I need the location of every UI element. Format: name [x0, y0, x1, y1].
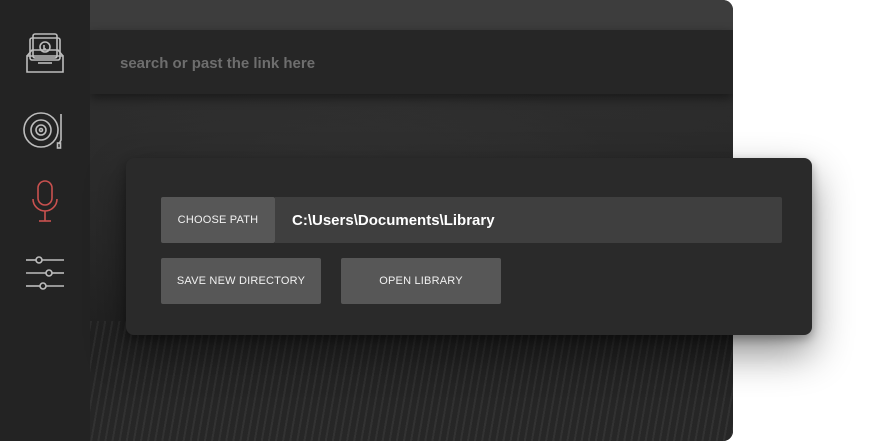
sidebar-item-library[interactable]: [0, 19, 90, 89]
sidebar-item-settings[interactable]: [0, 238, 90, 308]
open-library-button[interactable]: OPEN LIBRARY: [341, 258, 501, 304]
sidebar-item-turntable[interactable]: [0, 95, 90, 165]
record-crates-image: [90, 321, 733, 441]
save-new-directory-button[interactable]: SAVE NEW DIRECTORY: [161, 258, 321, 304]
choose-path-button[interactable]: CHOOSE PATH: [161, 197, 275, 243]
sidebar: [0, 0, 90, 441]
library-path-field[interactable]: C:\Users\Documents\Library: [275, 197, 782, 243]
microphone-icon: [30, 179, 60, 223]
search-input[interactable]: [118, 46, 702, 80]
search-bar: [90, 30, 733, 94]
library-box-icon: [25, 32, 65, 76]
sliders-icon: [25, 255, 65, 291]
sidebar-item-microphone[interactable]: [0, 166, 90, 236]
title-bar: [90, 0, 733, 30]
library-path-dialog: CHOOSE PATH C:\Users\Documents\Library S…: [126, 158, 812, 335]
turntable-icon: [23, 110, 67, 150]
